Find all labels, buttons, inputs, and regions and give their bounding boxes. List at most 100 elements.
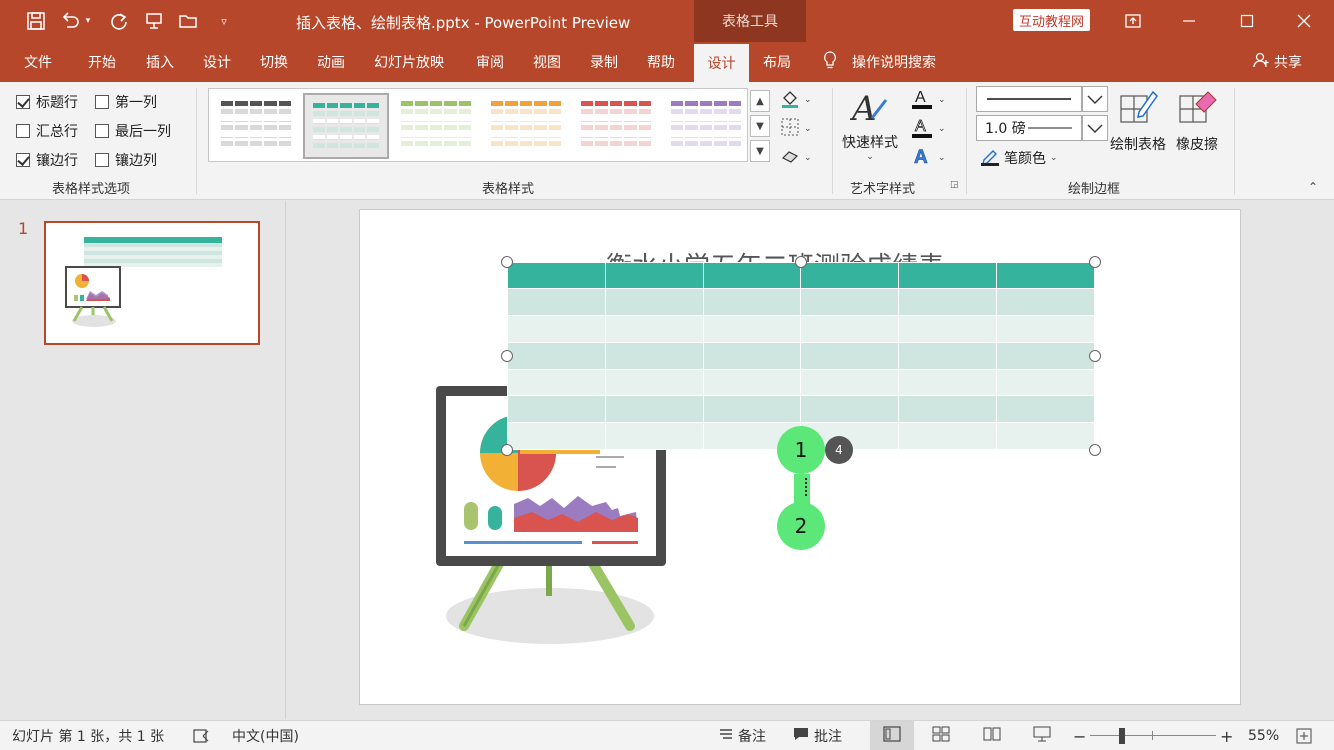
table-cell[interactable]: [604, 288, 704, 316]
tab-file[interactable]: 文件: [24, 42, 52, 82]
zoom-slider-thumb[interactable]: [1118, 728, 1125, 744]
open-icon[interactable]: [174, 0, 204, 42]
table-cell[interactable]: [507, 314, 606, 343]
fit-to-window-icon[interactable]: [1296, 721, 1312, 750]
wordart-dialog-launcher-icon[interactable]: ◲: [950, 180, 959, 190]
checkbox-total-row[interactable]: [16, 124, 30, 138]
option-first-column[interactable]: 第一列: [95, 92, 157, 112]
tab-help[interactable]: 帮助: [647, 42, 675, 82]
collapse-ribbon-icon[interactable]: ⌃: [1308, 180, 1318, 194]
table-cell[interactable]: [898, 288, 998, 316]
eraser-button[interactable]: 橡皮擦: [1176, 88, 1218, 154]
accessibility-icon[interactable]: [192, 721, 210, 750]
checkbox-first-column[interactable]: [95, 95, 109, 109]
tab-layout[interactable]: 布局: [763, 42, 791, 82]
pen-color-button[interactable]: 笔颜色 ⌄: [980, 146, 1058, 170]
checkbox-banded-columns[interactable]: [95, 153, 109, 167]
pen-weight-dropdown-icon[interactable]: [1082, 115, 1108, 141]
slideshow-button[interactable]: [1033, 721, 1051, 750]
zoom-in-icon[interactable]: +: [1220, 721, 1233, 750]
borders-button[interactable]: ⌄: [780, 117, 812, 141]
table-cell[interactable]: [507, 422, 606, 450]
tab-record[interactable]: 录制: [590, 42, 618, 82]
table-cell[interactable]: [996, 261, 1095, 290]
table-cell[interactable]: [898, 368, 998, 397]
promo-badge[interactable]: 互动教程网: [1013, 9, 1091, 31]
tab-table-design[interactable]: 设计: [694, 44, 749, 82]
close-icon[interactable]: [1281, 0, 1327, 42]
table-cell[interactable]: [898, 422, 998, 450]
table-cell[interactable]: [898, 341, 998, 370]
gallery-down-icon[interactable]: ▼: [750, 115, 770, 137]
table-cell[interactable]: [800, 261, 900, 290]
present-icon[interactable]: [139, 0, 169, 42]
resize-handle[interactable]: [1089, 256, 1101, 268]
checkbox-header-row[interactable]: [16, 95, 30, 109]
language-status[interactable]: 中文(中国): [232, 721, 299, 750]
option-total-row[interactable]: 汇总行: [16, 121, 78, 141]
table-cell[interactable]: [800, 341, 900, 370]
table-cell[interactable]: [996, 314, 1095, 343]
ribbon-display-icon[interactable]: [1110, 0, 1156, 42]
table-cell[interactable]: [800, 368, 900, 397]
quick-styles-button[interactable]: A 快速样式 ⌄: [842, 88, 898, 162]
table-row[interactable]: [507, 395, 1095, 424]
tab-animations[interactable]: 动画: [317, 42, 345, 82]
zoom-level[interactable]: 55%: [1248, 721, 1279, 750]
table-cell[interactable]: [702, 395, 802, 424]
table-cell[interactable]: [996, 341, 1095, 370]
text-outline-button[interactable]: A ⌄: [910, 115, 946, 143]
table-cell[interactable]: [604, 422, 704, 450]
pen-style-select[interactable]: [976, 86, 1082, 112]
resize-handle[interactable]: [501, 256, 513, 268]
table-cell[interactable]: [898, 261, 998, 290]
tab-view[interactable]: 视图: [533, 42, 561, 82]
share-button[interactable]: 共享: [1252, 42, 1302, 82]
tab-slideshow[interactable]: 幻灯片放映: [374, 42, 444, 82]
reading-view-button[interactable]: [983, 721, 1001, 750]
table-cell[interactable]: [702, 261, 802, 290]
table-style-swatch[interactable]: [663, 93, 749, 159]
resize-handle[interactable]: [501, 444, 513, 456]
normal-view-button[interactable]: [870, 721, 914, 750]
table-cell[interactable]: [996, 368, 1095, 397]
table-cell[interactable]: [702, 314, 802, 343]
effects-button[interactable]: ⌄: [780, 146, 812, 170]
table-cell[interactable]: [507, 368, 606, 397]
table-row[interactable]: [507, 314, 1095, 343]
tab-transitions[interactable]: 切换: [260, 42, 288, 82]
slide-canvas[interactable]: 衡水小学五年二班测验成绩表 1 2 4: [359, 209, 1241, 705]
table-cell[interactable]: [800, 314, 900, 343]
text-effects-button[interactable]: A ⌄: [910, 144, 946, 172]
table-cell[interactable]: [507, 288, 606, 316]
pen-weight-select[interactable]: 1.0 磅: [976, 115, 1082, 141]
table-cell[interactable]: [604, 261, 704, 290]
tell-me-search[interactable]: 操作说明搜索: [822, 42, 936, 82]
comments-button[interactable]: 批注: [792, 721, 842, 750]
option-header-row[interactable]: 标题行: [16, 92, 78, 112]
tab-design[interactable]: 设计: [203, 42, 231, 82]
save-icon[interactable]: [21, 0, 51, 42]
table-cell[interactable]: [800, 395, 900, 424]
table-cell[interactable]: [898, 395, 998, 424]
tab-home[interactable]: 开始: [88, 42, 116, 82]
table-style-swatch[interactable]: [483, 93, 569, 159]
table-cell[interactable]: [702, 288, 802, 316]
maximize-icon[interactable]: [1224, 0, 1270, 42]
resize-handle[interactable]: [1089, 350, 1101, 362]
text-fill-button[interactable]: A ⌄: [910, 86, 946, 114]
pen-style-dropdown-icon[interactable]: [1082, 86, 1108, 112]
resize-handle[interactable]: [501, 350, 513, 362]
draw-table-button[interactable]: 绘制表格: [1110, 88, 1166, 154]
tab-review[interactable]: 审阅: [476, 42, 504, 82]
resize-handle[interactable]: [795, 256, 807, 268]
zoom-slider[interactable]: [1090, 721, 1216, 750]
minimize-icon[interactable]: [1166, 0, 1212, 42]
table-row[interactable]: [507, 288, 1095, 316]
table-cell[interactable]: [996, 422, 1095, 450]
table-cell[interactable]: [604, 341, 704, 370]
slide-table[interactable]: [507, 261, 1095, 450]
table-cell[interactable]: [702, 368, 802, 397]
table-row[interactable]: [507, 341, 1095, 370]
customize-icon[interactable]: ▿: [209, 0, 239, 42]
